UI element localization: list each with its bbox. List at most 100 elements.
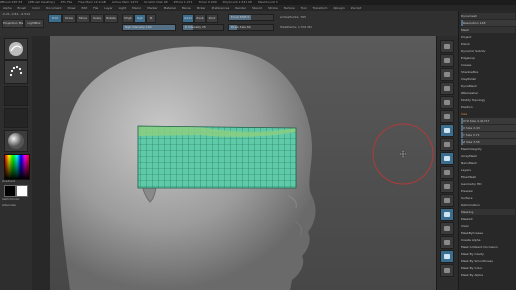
tray-row[interactable]: ClayPolish: [461, 76, 515, 82]
tray-row[interactable]: Masking: [461, 209, 515, 215]
tray-row[interactable]: NanoMesh: [461, 160, 515, 166]
tray-row[interactable]: MaskAll: [461, 216, 515, 222]
menu-item-file[interactable]: File: [93, 6, 98, 10]
tray-row[interactable]: MeshIntegrity: [461, 146, 515, 152]
lightbox-button[interactable]: LightBox: [24, 19, 44, 28]
edit-button[interactable]: Edit: [48, 14, 62, 23]
mrgb-button[interactable]: Mrgb: [122, 14, 134, 23]
tray-row[interactable]: Layers: [461, 167, 515, 173]
tray-row[interactable]: ZRemesher: [461, 90, 515, 96]
menu-item-marker[interactable]: Marker: [147, 6, 157, 10]
tray-row[interactable]: FiberMesh: [461, 174, 515, 180]
tray-row[interactable]: Crease: [461, 62, 515, 68]
tray-row[interactable]: X Size 2.43: [461, 125, 516, 131]
xyz-button[interactable]: [440, 180, 454, 193]
menu-item-render[interactable]: Render: [235, 6, 246, 10]
tray-row[interactable]: DynaMesh: [461, 83, 515, 89]
menu-item-stencil[interactable]: Stencil: [252, 6, 262, 10]
tray-row[interactable]: Surface: [461, 195, 515, 201]
rgb-intensity-slider[interactable]: Rgb Intensity 100: [122, 24, 176, 31]
menu-item-draw[interactable]: Draw: [68, 6, 76, 10]
projection-master-button[interactable]: Projection Master: [2, 19, 24, 28]
bpr-button[interactable]: [440, 40, 454, 53]
menu-item-preferences[interactable]: Preferences: [212, 6, 230, 10]
tray-row[interactable]: Mask By Color: [461, 265, 515, 271]
menu-item-document[interactable]: Document: [46, 6, 62, 10]
floor-button[interactable]: [440, 138, 454, 151]
tray-row[interactable]: MaskByCrease: [461, 230, 515, 236]
scale-button[interactable]: Scale: [90, 14, 104, 23]
polyf-button[interactable]: [440, 250, 454, 263]
move-view-button[interactable]: [440, 208, 454, 221]
draw-size-slider[interactable]: Draw Size 64: [228, 24, 274, 31]
stroke-button[interactable]: [4, 60, 28, 84]
material-button[interactable]: [4, 130, 28, 152]
texture-button[interactable]: [4, 108, 28, 128]
tray-row[interactable]: Dynamesh: [461, 13, 515, 19]
tray-row[interactable]: XYZ Size 4.41717: [461, 118, 516, 124]
focal-shift-slider[interactable]: Focal Shift 0: [228, 14, 274, 21]
rgb-button[interactable]: Rgb: [134, 14, 146, 23]
zoom-button[interactable]: [440, 82, 454, 95]
tray-row[interactable]: Preview: [461, 188, 515, 194]
menu-item-movie[interactable]: Movie: [182, 6, 191, 10]
zsub-button[interactable]: Zsub: [194, 14, 206, 23]
tray-row[interactable]: Z Size 3.55: [461, 139, 516, 145]
menu-item-macro[interactable]: Macro: [132, 6, 141, 10]
tray-row[interactable]: Mask Ambient Occlusion: [461, 244, 515, 250]
tray-row[interactable]: Size: [461, 111, 515, 117]
menu-item-light[interactable]: Light: [119, 6, 127, 10]
draw-button[interactable]: Draw: [62, 14, 76, 23]
z-intensity-slider[interactable]: Z Intensity 25: [182, 24, 224, 31]
tray-row[interactable]: ArrayMesh: [461, 153, 515, 159]
tray-row[interactable]: Create Alpha: [461, 237, 515, 243]
m-button[interactable]: M: [146, 14, 156, 23]
tray-row[interactable]: Modify Topology: [461, 97, 515, 103]
aahalf-button[interactable]: [440, 110, 454, 123]
rotate-view-button[interactable]: [440, 236, 454, 249]
tray-row[interactable]: Geometry HD: [461, 181, 515, 187]
tray-row[interactable]: Dynamic Subdiv: [461, 48, 515, 54]
menu-item-zscript[interactable]: Zscript: [351, 6, 361, 10]
tray-row[interactable]: Polish: [461, 41, 515, 47]
scroll-button[interactable]: [440, 68, 454, 81]
menu-item-texture[interactable]: Texture: [284, 6, 295, 10]
main-color-swatch[interactable]: [4, 185, 16, 197]
move-button[interactable]: Move: [76, 14, 90, 23]
tray-row[interactable]: Mask By Cavity: [461, 251, 515, 257]
tray-row[interactable]: Mask By Smoothness: [461, 258, 515, 264]
brush-button[interactable]: [4, 38, 28, 60]
menu-item-transform[interactable]: Transform: [313, 6, 328, 10]
menu-item-tool[interactable]: Tool: [301, 6, 307, 10]
zcut-button[interactable]: Zcut: [206, 14, 218, 23]
tray-row[interactable]: Project: [461, 34, 515, 40]
tray-row[interactable]: Resolution 128: [461, 20, 516, 26]
canvas-viewport[interactable]: [50, 36, 436, 290]
tray-row[interactable]: Mesh: [461, 27, 515, 33]
alternate-label[interactable]: Alternate: [2, 203, 16, 207]
local-button[interactable]: [440, 152, 454, 165]
lsym-button[interactable]: [440, 166, 454, 179]
menu-item-stroke[interactable]: Stroke: [268, 6, 278, 10]
tray-row[interactable]: Deformation: [461, 202, 515, 208]
menu-item-brush[interactable]: Brush: [18, 6, 27, 10]
scale-view-button[interactable]: [440, 222, 454, 235]
tray-row[interactable]: Y Size 3.71: [461, 132, 516, 138]
tray-row[interactable]: ShadowBox: [461, 69, 515, 75]
menu-item-zplugin[interactable]: Zplugin: [333, 6, 344, 10]
zadd-button[interactable]: Zadd: [182, 14, 194, 23]
alpha-button[interactable]: [4, 86, 28, 106]
tray-row[interactable]: Position: [461, 104, 515, 110]
spix-button[interactable]: [440, 54, 454, 67]
tray-row[interactable]: Mask By Alpha: [461, 272, 515, 278]
menu-item-edit[interactable]: Edit: [81, 6, 87, 10]
rotate-button[interactable]: Rotate: [104, 14, 118, 23]
switch-color-label[interactable]: SwitchColor: [2, 197, 20, 201]
tray-row[interactable]: Edgeloop: [461, 55, 515, 61]
tray-row[interactable]: Clear: [461, 223, 515, 229]
menu-item-material[interactable]: Material: [164, 6, 176, 10]
menu-item-picker[interactable]: Picker: [197, 6, 206, 10]
menu-item-color[interactable]: Color: [32, 6, 40, 10]
color-picker[interactable]: [4, 154, 30, 180]
persp-button[interactable]: [440, 124, 454, 137]
